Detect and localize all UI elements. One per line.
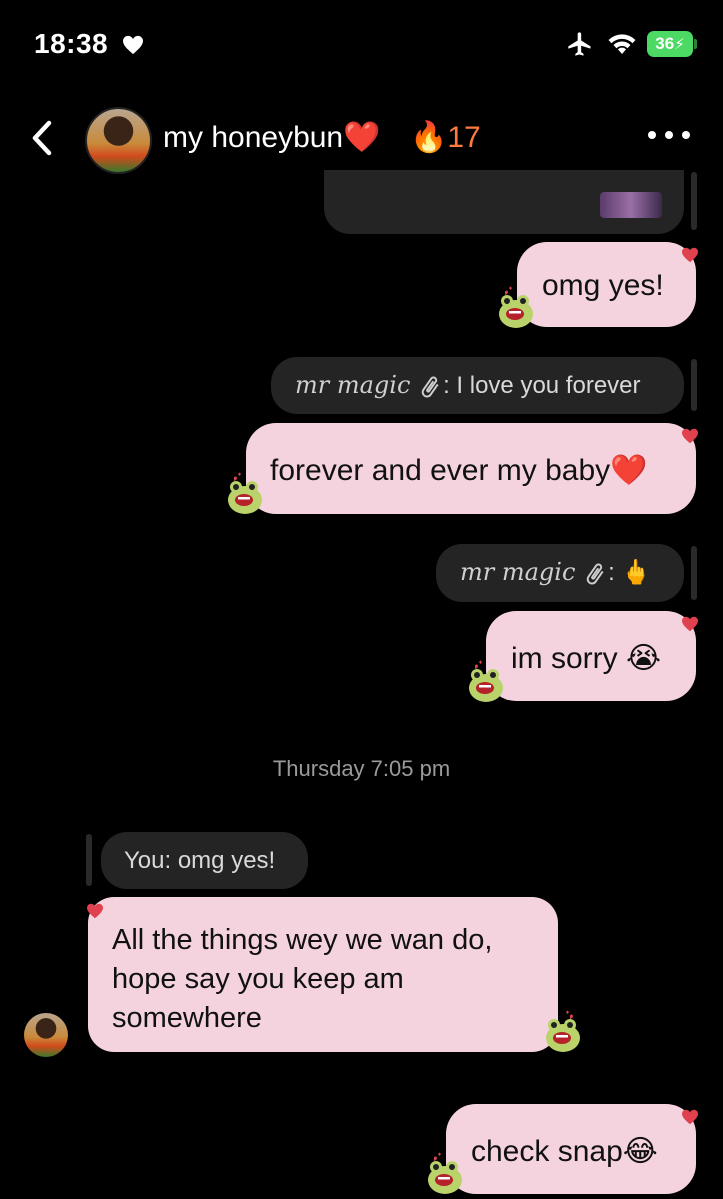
more-icon[interactable]: [648, 128, 690, 142]
timestamp: Thursday 7:05 pm: [272, 756, 451, 781]
reply-sender: mr magic: [295, 371, 411, 399]
avatar[interactable]: [85, 107, 152, 174]
frog-sticker: [428, 1152, 462, 1194]
heart-icon: [682, 428, 698, 444]
battery-level: 36: [655, 34, 675, 53]
battery-nub: [694, 39, 697, 49]
avatar[interactable]: [24, 1013, 68, 1057]
contact-name[interactable]: my honeybun❤️: [163, 120, 380, 155]
battery-icon: 36 ⚡: [647, 31, 693, 57]
wifi-icon: [608, 34, 636, 54]
message-text: check snap😂: [471, 1135, 658, 1168]
reply-bubble[interactable]: You: omg yes!: [101, 832, 308, 889]
reply-bar: [691, 172, 697, 230]
reply-sender: mr magic: [460, 558, 576, 586]
heart-icon: [682, 247, 698, 263]
heart-icon: [682, 1109, 698, 1125]
reply-text: You: omg yes!: [124, 847, 276, 874]
message-bubble[interactable]: omg yes!: [517, 242, 696, 327]
reply-bubble[interactable]: mr magic : I love you forever: [271, 357, 684, 414]
frog-sticker: [499, 286, 533, 328]
status-time: 18:38: [34, 28, 109, 59]
frog-sticker: [228, 472, 262, 514]
message-text: im sorry 😭: [511, 642, 662, 675]
heart-icon: [87, 903, 103, 919]
reply-bubble[interactable]: mr magic : 🖕: [436, 544, 684, 602]
reply-bar: [86, 834, 92, 886]
streak-count: 🔥17: [410, 121, 481, 154]
previous-message-bubble[interactable]: [324, 170, 684, 234]
paperclip-icon: [586, 563, 604, 585]
heart-icon: [682, 616, 698, 632]
airplane-icon: [568, 32, 591, 56]
frog-sticker: [546, 1010, 580, 1052]
message-bubble[interactable]: check snap😂: [446, 1104, 696, 1194]
message-bubble[interactable]: forever and ever my baby❤️: [246, 423, 696, 514]
message-bubble[interactable]: im sorry 😭: [486, 611, 696, 701]
heart-icon: [123, 35, 143, 55]
reply-bar: [691, 359, 697, 411]
reply-text: : I love you forever: [443, 372, 641, 399]
image-thumbnail[interactable]: [600, 192, 662, 218]
message-bubble[interactable]: All the things wey we wan do, hope say y…: [88, 897, 558, 1052]
message-text: forever and ever my baby❤️: [270, 454, 648, 487]
frog-sticker: [469, 660, 503, 702]
reply-text: : 🖕: [608, 559, 652, 586]
message-text: omg yes!: [542, 269, 664, 302]
back-icon[interactable]: [28, 118, 58, 158]
reply-bar: [691, 546, 697, 600]
message-text: All the things wey we wan do, hope say y…: [112, 924, 493, 1034]
paperclip-icon: [421, 376, 439, 398]
